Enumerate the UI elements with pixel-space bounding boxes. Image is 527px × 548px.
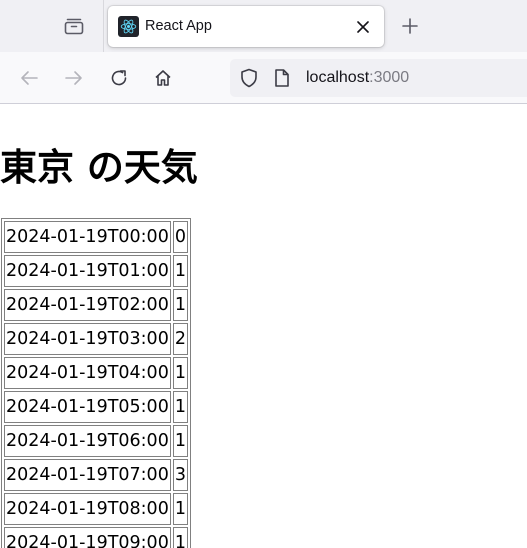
value-cell: 1 bbox=[172, 527, 188, 548]
tab-separator bbox=[103, 0, 104, 52]
time-cell: 2024-01-19T02:00 bbox=[4, 289, 171, 321]
page-title: 東京 の天気 bbox=[0, 146, 198, 189]
weather-table: 2024-01-19T00:00 0 2024-01-19T01:00 1 2024-0… bbox=[1, 218, 191, 548]
table-row: 2024-01-19T03:00 2 bbox=[4, 323, 188, 355]
time-cell: 2024-01-19T05:00 bbox=[4, 391, 171, 423]
table-row: 2024-01-19T00:00 0 bbox=[4, 221, 188, 253]
table-row: 2024-01-19T01:00 1 bbox=[4, 255, 188, 287]
value-cell: 1 bbox=[172, 289, 188, 321]
value-cell: 1 bbox=[172, 425, 188, 457]
reload-button[interactable] bbox=[104, 63, 134, 93]
time-cell: 2024-01-19T06:00 bbox=[4, 425, 171, 457]
tab-list-button[interactable] bbox=[58, 10, 90, 42]
home-button[interactable] bbox=[148, 63, 178, 93]
tab-strip: React App bbox=[0, 0, 527, 52]
tab-react-app[interactable]: React App bbox=[108, 6, 384, 47]
page-icon[interactable] bbox=[274, 68, 290, 88]
navigation-toolbar: localhost:3000 bbox=[0, 52, 527, 104]
time-cell: 2024-01-19T01:00 bbox=[4, 255, 171, 287]
value-cell: 1 bbox=[172, 255, 188, 287]
close-tab-button[interactable] bbox=[352, 16, 374, 38]
time-cell: 2024-01-19T00:00 bbox=[4, 221, 171, 253]
table-row: 2024-01-19T09:00 1 bbox=[4, 527, 188, 548]
url-text[interactable]: localhost:3000 bbox=[306, 69, 409, 87]
table-row: 2024-01-19T02:00 1 bbox=[4, 289, 188, 321]
tab-title: React App bbox=[145, 18, 212, 34]
value-cell: 1 bbox=[172, 357, 188, 389]
table-row: 2024-01-19T06:00 1 bbox=[4, 425, 188, 457]
table-row: 2024-01-19T05:00 1 bbox=[4, 391, 188, 423]
table-row: 2024-01-19T07:00 3 bbox=[4, 459, 188, 491]
url-host: localhost bbox=[306, 69, 370, 86]
time-cell: 2024-01-19T08:00 bbox=[4, 493, 171, 525]
time-cell: 2024-01-19T07:00 bbox=[4, 459, 171, 491]
new-tab-button[interactable] bbox=[396, 12, 424, 40]
url-port: :3000 bbox=[369, 69, 410, 86]
value-cell: 0 bbox=[172, 221, 188, 253]
value-cell: 1 bbox=[172, 493, 188, 525]
arrow-left-icon bbox=[20, 70, 38, 86]
time-cell: 2024-01-19T04:00 bbox=[4, 357, 171, 389]
tab-list-icon bbox=[64, 17, 84, 35]
page-content: 東京 の天気 2024-01-19T00:00 0 2024-01-19T01:00… bbox=[0, 104, 527, 548]
time-cell: 2024-01-19T03:00 bbox=[4, 323, 171, 355]
address-bar[interactable]: localhost:3000 bbox=[230, 59, 527, 97]
table-row: 2024-01-19T04:00 1 bbox=[4, 357, 188, 389]
forward-button[interactable] bbox=[59, 63, 89, 93]
react-logo-icon bbox=[118, 16, 139, 37]
value-cell: 1 bbox=[172, 391, 188, 423]
value-cell: 2 bbox=[172, 323, 188, 355]
reload-icon bbox=[110, 69, 128, 87]
close-icon bbox=[357, 21, 369, 33]
time-cell: 2024-01-19T09:00 bbox=[4, 527, 171, 548]
arrow-right-icon bbox=[65, 70, 83, 86]
back-button[interactable] bbox=[14, 63, 44, 93]
home-icon bbox=[154, 69, 172, 87]
plus-icon bbox=[402, 18, 418, 34]
shield-icon[interactable] bbox=[240, 68, 258, 88]
table-row: 2024-01-19T08:00 1 bbox=[4, 493, 188, 525]
value-cell: 3 bbox=[172, 459, 188, 491]
